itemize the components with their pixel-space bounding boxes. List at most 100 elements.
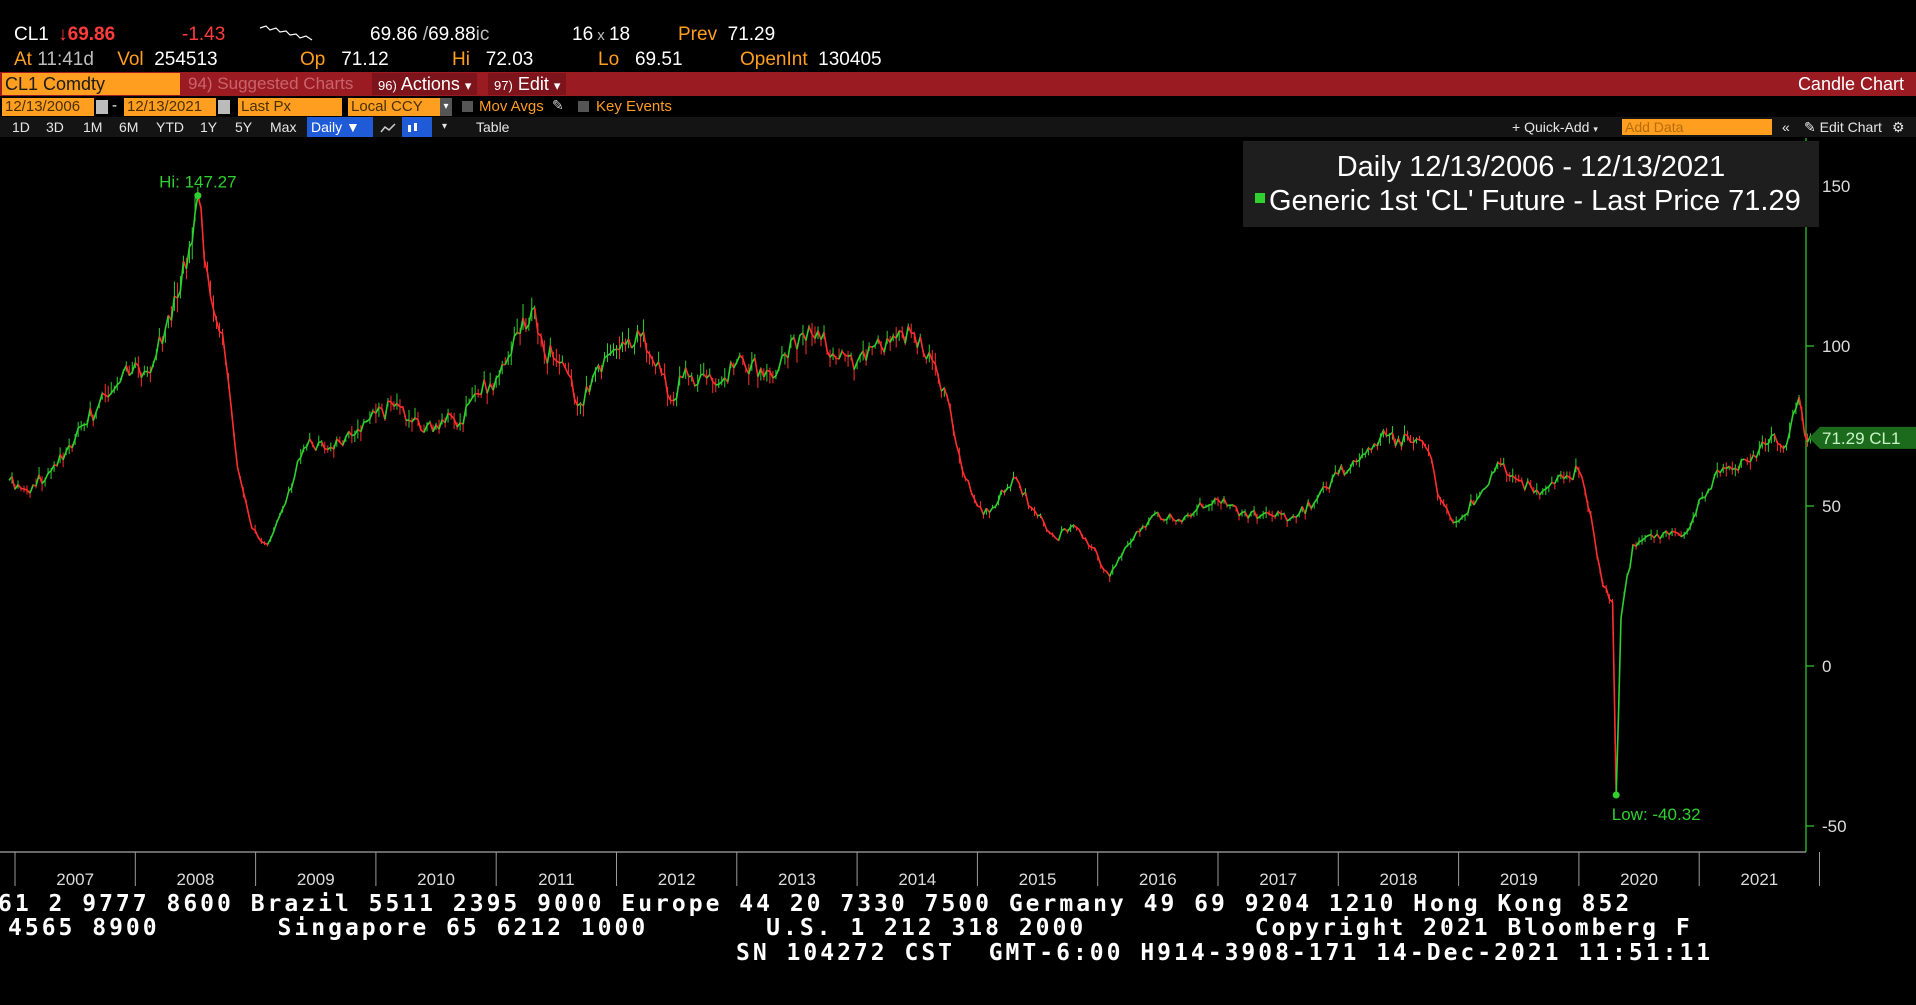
price-segment [1593,533,1598,555]
y-tick-label: 100 [1822,337,1850,356]
price-segment [937,376,943,392]
price-segment [272,522,278,533]
range-1m-button[interactable]: 1M [79,117,106,137]
mov-avgs-label[interactable]: Mov Avgs [479,97,544,117]
edit-menu[interactable]: 97) Edit ▾ [488,73,567,95]
x-tick-label: 2021 [1740,870,1778,889]
price-segment [245,503,250,517]
price-segment [293,460,299,477]
price-segment [967,480,973,493]
y-tick-label: 50 [1822,497,1841,516]
range-5y-button[interactable]: 5Y [231,117,256,137]
price-segment [1018,484,1024,495]
price-segment [805,326,810,341]
caret-down-icon: ▼ [346,119,360,135]
suggested-charts-menu[interactable]: 94) Suggested Charts [184,73,364,95]
last-price: 69.86 [67,24,116,45]
y-tick-label: 0 [1822,657,1831,676]
start-date-field[interactable]: 12/13/2006 [2,98,94,116]
legend-title: Daily 12/13/2006 - 12/13/2021 [1336,151,1726,183]
price-segment [1623,576,1628,597]
range-1y-button[interactable]: 1Y [196,117,221,137]
calendar-icon[interactable] [96,100,108,114]
gear-icon[interactable]: ⚙ [1888,117,1909,137]
caret-down-icon: ▾ [464,78,472,93]
end-date-field[interactable]: 12/13/2021 [124,98,216,116]
down-arrow-icon: ↓ [58,24,68,45]
x-tick-label: 2020 [1620,870,1658,889]
table-button[interactable]: Table [472,117,513,137]
series-swatch-icon [1255,193,1265,204]
legend-series: Generic 1st 'CL' Future - Last Price 71.… [1255,185,1801,218]
price-segment [1617,617,1622,711]
x-tick-label: 2017 [1259,870,1297,889]
bid-ask: 69.86 /69.88ic [370,24,490,45]
price-segment [1620,596,1625,619]
security-field[interactable]: CL1 Comdty [2,73,180,95]
currency-selector[interactable]: Local CCY [348,98,440,116]
price-segment [248,516,253,529]
x-tick-label: 2011 [538,870,575,889]
caret-down-icon[interactable]: ▾ [438,117,451,137]
candle-chart-icon[interactable] [402,117,432,137]
x-tick-label: 2015 [1019,870,1057,889]
x-tick-label: 2012 [658,870,696,889]
x-tick-label: 2009 [297,870,335,889]
open-price: Op 71.12 [300,49,389,70]
price-segment [284,491,290,504]
price-segment [155,336,161,356]
price-segment [952,429,958,445]
price-segment [305,438,311,448]
x-tick-label: 2016 [1139,870,1177,889]
range-6m-button[interactable]: 6M [115,117,142,137]
mov-avgs-checkbox[interactable] [462,101,473,112]
line-chart-icon[interactable] [376,117,400,137]
price-segment [221,333,227,359]
chart-legend: Daily 12/13/2006 - 12/13/2021 Generic 1s… [1243,141,1819,227]
edit-chart-button[interactable]: ✎ Edit Chart [1800,117,1886,137]
net-change: -1.43 [182,24,226,45]
low-label: Low: -40.32 [1612,805,1701,824]
x-tick-label: 2019 [1500,870,1538,889]
price-segment [988,507,994,513]
add-data-field[interactable]: Add Data [1622,119,1772,135]
price-segment [1615,710,1620,796]
price-chart[interactable]: 150 100 50 0 -50 2007 2008 2009 2010 2011 2012 2013… [0,138,1916,890]
price-segment [1485,483,1490,489]
price-segment [1482,487,1487,491]
price-segment [1611,601,1616,697]
x-tick-label: 2008 [177,870,215,889]
range-max-button[interactable]: Max [266,117,300,137]
range-3d-button[interactable]: 3D [42,117,68,137]
price-segment [1039,514,1045,522]
collapse-icon[interactable]: « [1778,117,1794,137]
prev-close: Prev 71.29 [678,24,776,45]
actions-menu[interactable]: 96) Actions ▾ [372,73,478,95]
x-tick-label: 2014 [898,870,936,889]
price-segment [1801,412,1806,435]
date-separator: - [112,97,117,114]
low-point-marker [1612,791,1620,799]
footer-contacts-2: 4565 8900 Singapore 65 6212 1000 U.S. 1 … [8,915,1693,941]
chart-type-title: Candle Chart [1797,74,1904,94]
price-segment [1590,515,1595,535]
bid-ask-size: 16 x 18 [572,24,631,45]
range-1d-button[interactable]: 1D [8,117,34,137]
field-selector[interactable]: Last Px [238,98,342,116]
caret-down-icon[interactable]: ▾ [440,98,452,116]
calendar-icon[interactable] [218,100,230,114]
footer-session: SN 104272 CST GMT-6:00 H914-3908-171 14-… [736,940,1714,966]
range-ytd-button[interactable]: YTD [152,117,188,137]
pencil-icon[interactable]: ✎ [552,97,564,114]
price-segment [1121,548,1126,556]
price-segment [919,336,925,353]
period-selector[interactable]: Daily ▼ [307,117,373,137]
key-events-label[interactable]: Key Events [596,97,672,117]
y-tick-label: 150 [1822,177,1850,196]
price-segment [290,476,296,488]
price-segment [269,531,275,540]
caret-down-icon: ▾ [1593,124,1598,134]
quick-add-button[interactable]: + Quick-Add ▾ [1508,117,1602,137]
y-tick-label: -50 [1822,817,1847,836]
key-events-checkbox[interactable] [578,101,589,112]
